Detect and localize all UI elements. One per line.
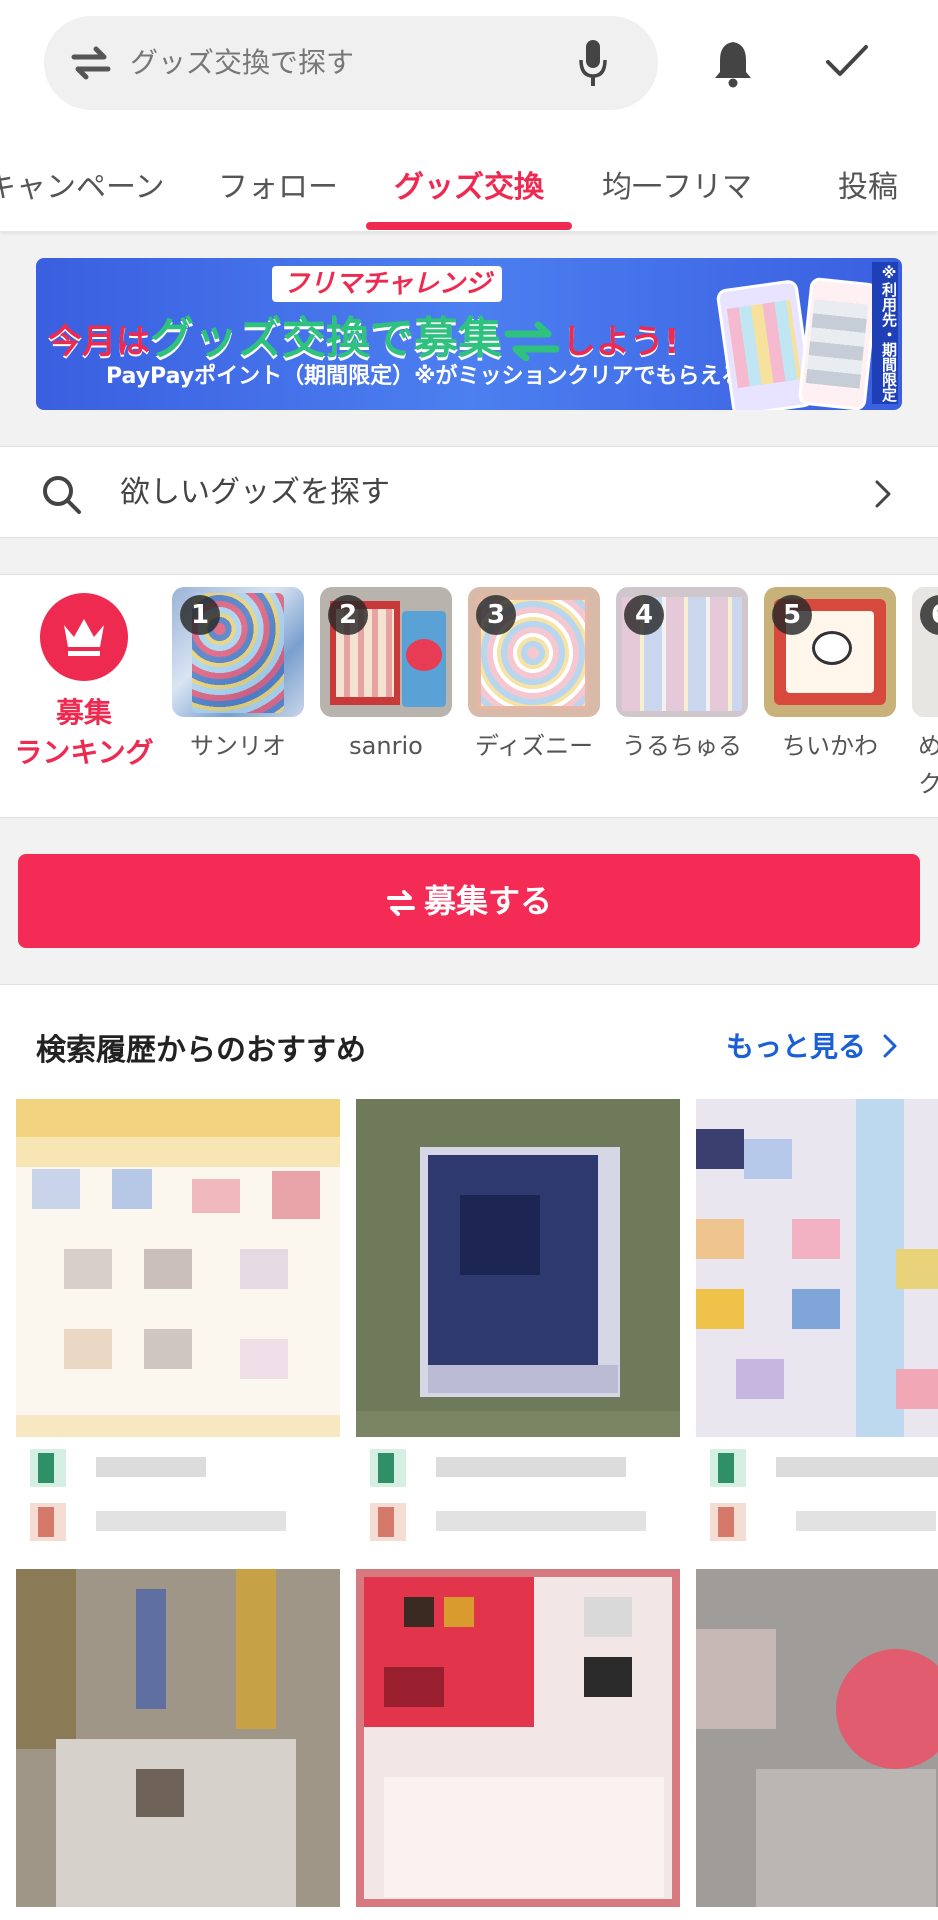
item-meta xyxy=(356,1439,680,1559)
item-image xyxy=(16,1099,340,1437)
item-image xyxy=(696,1569,938,1907)
item-image xyxy=(696,1099,938,1437)
banner-badge: フリマチャレンジ xyxy=(272,266,502,302)
recommendations-section: 検索履歴からのおすすめ もっと見る xyxy=(0,984,938,1920)
ranking-title: 募集 ランキング xyxy=(14,696,154,769)
ranking-label: うるちゅる xyxy=(622,732,742,760)
ranking-header[interactable]: 募集 ランキング xyxy=(0,575,168,817)
rank-number: 3 xyxy=(476,595,516,635)
check-icon[interactable] xyxy=(824,42,870,80)
item-meta xyxy=(696,1439,938,1559)
swap-icon xyxy=(386,890,415,916)
ranking-label: sanrio xyxy=(349,732,423,760)
see-more-link[interactable]: もっと見る xyxy=(726,1025,898,1065)
phone-illustration xyxy=(696,268,886,410)
ranking-item-6[interactable]: 6 め ク xyxy=(912,587,938,813)
rank-number: 5 xyxy=(772,595,812,635)
item-image xyxy=(16,1569,340,1907)
banner-headline: 今月はグッズ交換で募集 しよう! xyxy=(48,313,680,364)
section-title: 検索履歴からのおすすめ xyxy=(36,1033,366,1068)
rank-number: 2 xyxy=(328,595,368,635)
microphone-icon[interactable] xyxy=(578,38,608,90)
tab-goods-exchange[interactable]: グッズ交換 xyxy=(394,162,544,206)
ranking-label: め ク xyxy=(918,727,938,803)
banner-swap-icon xyxy=(504,321,560,362)
chevron-right-icon xyxy=(875,480,891,508)
item-meta xyxy=(16,1439,340,1559)
top-bar: グッズ交換で探す xyxy=(0,0,938,130)
ranking-label: サンリオ xyxy=(190,732,286,760)
ranking-item-1[interactable]: 1 サンリオ xyxy=(172,587,304,813)
banner-subtext: PayPayポイント（期間限定）※がミッションクリアでもらえる! xyxy=(106,364,753,389)
ranking-item-5[interactable]: 5 ちいかわ xyxy=(764,587,896,813)
crown-icon xyxy=(40,593,128,681)
search-placeholder: グッズ交換で探す xyxy=(130,46,355,79)
recruit-button[interactable]: 募集する xyxy=(18,854,920,948)
campaign-banner[interactable]: フリマチャレンジ 今月はグッズ交換で募集 しよう! PayPayポイント（期間限定… xyxy=(36,258,902,410)
want-goods-search[interactable]: 欲しいグッズを探す xyxy=(0,446,938,538)
rank-number: 4 xyxy=(624,595,664,635)
tab-post[interactable]: 投稿 xyxy=(838,162,898,206)
tab-campaign[interactable]: キャンペーン xyxy=(0,162,165,206)
want-goods-label: 欲しいグッズを探す xyxy=(120,475,390,510)
swap-icon xyxy=(71,46,111,80)
search-icon xyxy=(43,476,81,514)
item-image xyxy=(356,1569,680,1907)
banner-note: ※利用先・期間限定 xyxy=(872,262,898,404)
recruit-ranking: 募集 ランキング 1 サンリオ 2 sanrio 3 ディズニー 4 うるちゅる xyxy=(0,574,938,818)
ranking-label: ちいかわ xyxy=(782,732,878,760)
rank-number: 1 xyxy=(180,595,220,635)
bell-icon[interactable] xyxy=(712,38,754,88)
tab-follow[interactable]: フォロー xyxy=(218,162,338,206)
item-image xyxy=(356,1099,680,1437)
ranking-item-4[interactable]: 4 うるちゅる xyxy=(616,587,748,813)
tab-bar: キャンペーン フォロー グッズ交換 均一フリマ 投稿 xyxy=(0,130,938,232)
ranking-item-3[interactable]: 3 ディズニー xyxy=(468,587,600,813)
goods-exchange-search-input[interactable]: グッズ交換で探す xyxy=(44,16,658,110)
recruit-button-label: 募集する xyxy=(423,882,552,920)
recruit-button-section: 募集する xyxy=(0,818,938,982)
ranking-label: ディズニー xyxy=(474,732,594,760)
ranking-item-2[interactable]: 2 sanrio xyxy=(320,587,452,813)
tab-uniform-flea-market[interactable]: 均一フリマ xyxy=(602,162,752,206)
active-tab-indicator xyxy=(366,222,572,230)
chevron-right-icon xyxy=(883,1034,897,1058)
